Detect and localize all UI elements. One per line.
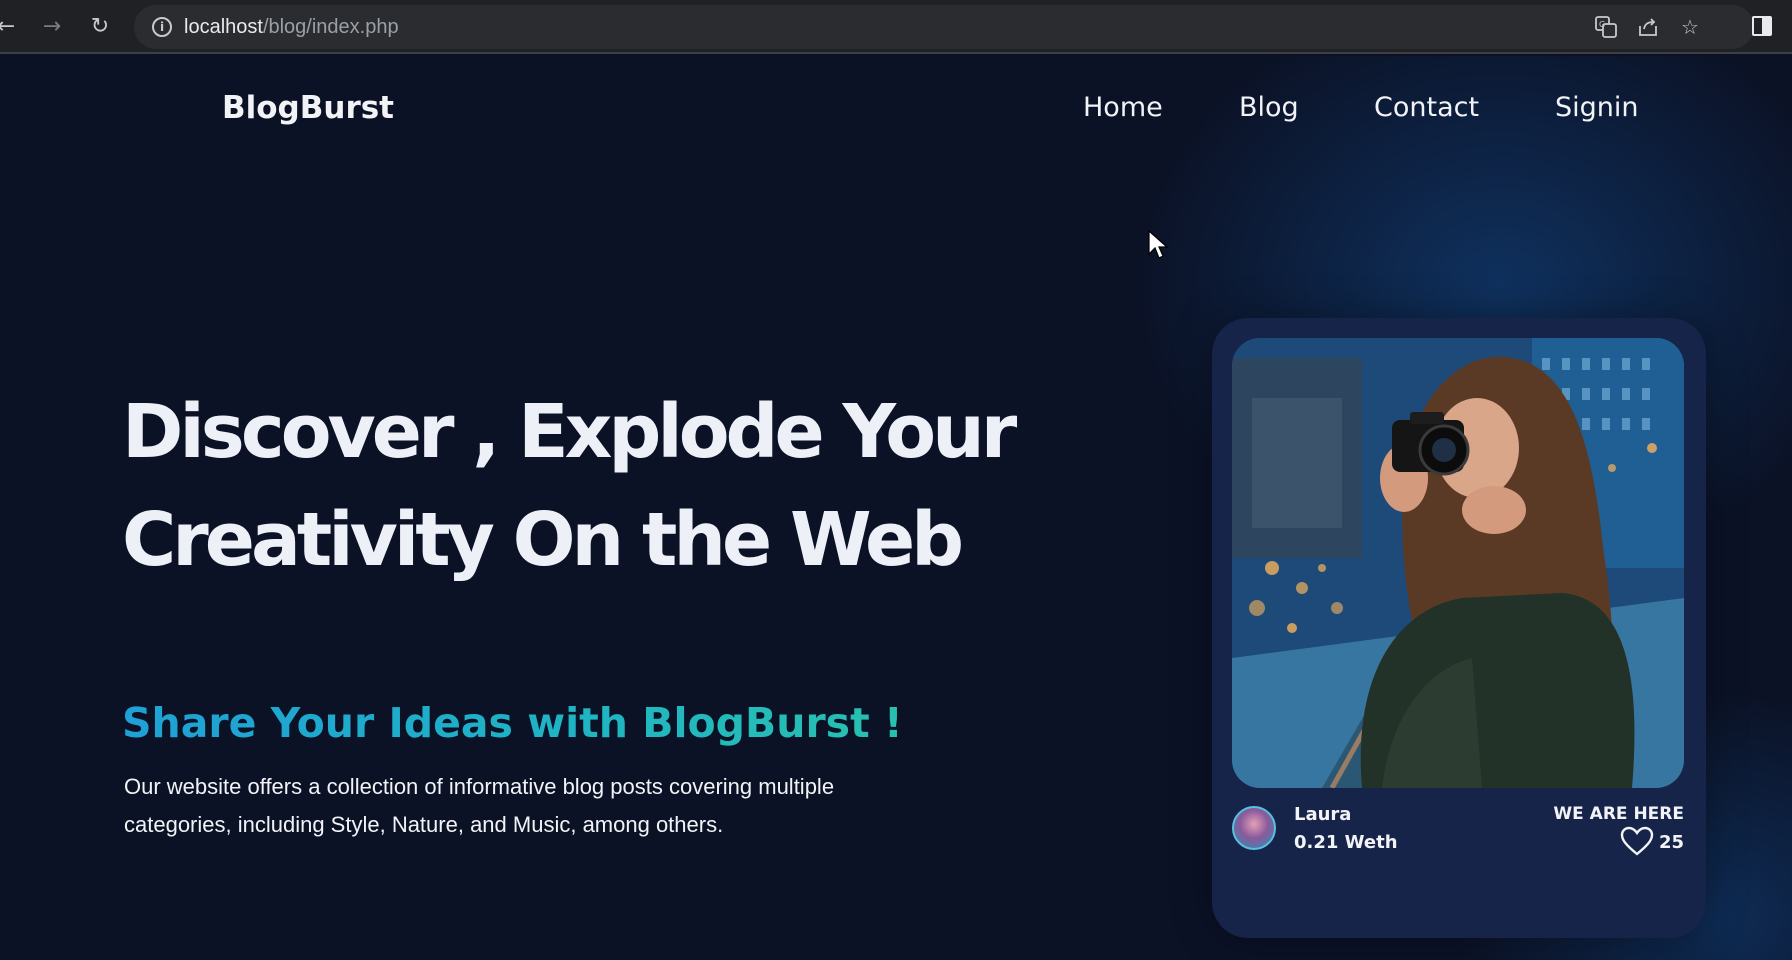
mouse-cursor-icon [1148,230,1168,259]
nav-home[interactable]: Home [1083,92,1163,123]
info-icon[interactable]: i [152,17,172,37]
nav-blog[interactable]: Blog [1239,92,1299,123]
address-bar[interactable]: i localhost/blog/index.php G ☆ [134,5,1754,49]
card-tag: WE ARE HERE [1553,804,1684,824]
heart-icon[interactable] [1620,826,1654,856]
forward-arrow-icon[interactable]: → [38,12,66,40]
likes-count: 25 [1658,832,1684,853]
hero-title: Discover , Explode Your Creativity On th… [122,378,1062,594]
site-logo[interactable]: BlogBurst [222,90,394,126]
nav-contact[interactable]: Contact [1374,92,1479,123]
side-panel-icon[interactable] [1752,16,1772,36]
author-name: Laura [1294,804,1352,825]
featured-photo [1232,338,1684,788]
share-icon[interactable] [1636,15,1660,39]
svg-text:G: G [1599,20,1605,29]
translate-icon[interactable]: G [1594,15,1618,39]
reload-icon[interactable]: ↻ [86,12,114,40]
url-path: /blog/index.php [262,16,399,38]
hero-title-line1: Discover , Explode Your [122,389,1017,475]
page: BlogBurst Home Blog Contact Signin Disco… [0,56,1792,960]
url-host: localhost [184,16,263,38]
hero-subtitle: Share Your Ideas with BlogBurst ! [122,699,1022,747]
hero-title-line2: Creativity On the Web [122,497,964,583]
author-avatar[interactable] [1232,806,1276,850]
nav-signin[interactable]: Signin [1555,92,1639,123]
back-arrow-icon[interactable]: ← [0,12,20,40]
featured-card[interactable]: Laura 0.21 Weth WE ARE HERE 25 [1212,318,1706,938]
hero-description: Our website offers a collection of infor… [124,774,835,837]
url-text[interactable]: localhost/blog/index.php [184,16,399,39]
bookmark-star-icon[interactable]: ☆ [1678,15,1702,39]
author-price: 0.21 Weth [1294,832,1398,853]
browser-toolbar: ← → ↻ i localhost/blog/index.php G ☆ [0,0,1792,54]
